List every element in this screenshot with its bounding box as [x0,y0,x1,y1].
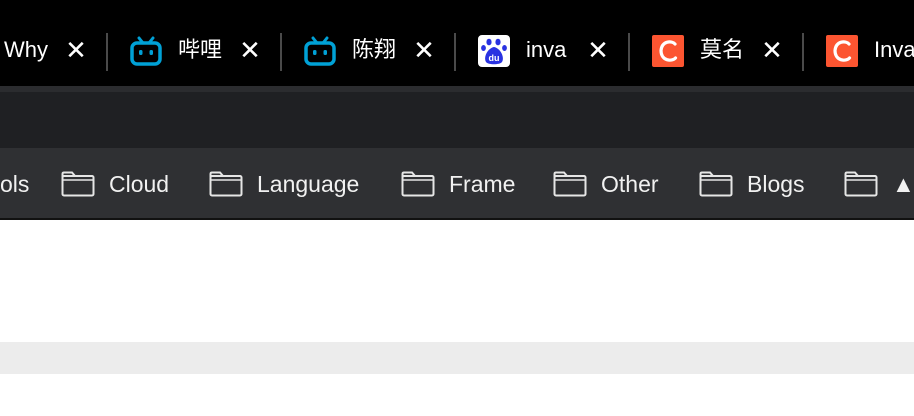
folder-icon [844,171,878,197]
tab-strip: Why ✕ 哔哩 ✕ 陈翔 ✕ du inva ✕ 莫名 ✕ Inva [0,0,914,86]
tab-close-icon[interactable]: ✕ [64,36,88,64]
tab-separator [628,33,630,71]
tab-title[interactable]: 陈翔 [352,36,400,64]
bookmark-label: ols [0,171,30,197]
tab-title[interactable]: Inva [874,36,914,64]
toolbar [0,86,914,148]
bookmark-folder-tools[interactable]: ols [0,168,29,200]
bookmark-folder-cloud[interactable]: Cloud [61,168,169,200]
tab-close-icon[interactable]: ✕ [586,36,610,64]
page-content [0,220,914,416]
bookmark-folder-blogs[interactable]: Blogs [699,168,805,200]
tab-separator [106,33,108,71]
bilibili-icon [304,36,336,66]
bookmark-label: Other [601,171,659,197]
tab-title[interactable]: Why [4,36,52,64]
bookmark-label: Language [257,171,360,197]
tab-separator [280,33,282,71]
tab-close-icon[interactable]: ✕ [412,36,436,64]
tab-close-icon[interactable]: ✕ [238,36,262,64]
folder-icon [699,171,733,197]
tab-title[interactable]: 莫名 [700,36,748,64]
folder-icon [401,171,435,197]
folder-icon [553,171,587,197]
baidu-icon: du [478,35,510,67]
bookmark-label: Cloud [109,171,170,197]
content-strip [0,342,914,374]
bilibili-icon [130,36,162,66]
tab-title[interactable]: 哔哩 [178,36,226,64]
bookmark-folder-other[interactable]: Other [553,168,659,200]
csdn-icon [652,35,684,67]
tab-close-icon[interactable]: ✕ [760,36,784,64]
svg-text:du: du [489,53,500,63]
bookmark-folder-frame[interactable]: Frame [401,168,515,200]
tab-title[interactable]: inva [526,36,572,64]
bookmark-folder-language[interactable]: Language [209,168,359,200]
bookmark-label: Blogs [747,171,805,197]
bookmark-label: Frame [449,171,516,197]
folder-icon [61,171,95,197]
bookmark-folder-more[interactable]: ▲S [844,168,914,200]
bookmark-label: ▲S [892,171,914,197]
tab-separator [454,33,456,71]
csdn-icon [826,35,858,67]
folder-icon [209,171,243,197]
bookmarks-bar: ols Cloud Language Frame Other Blogs ▲ [0,148,914,220]
tab-separator [802,33,804,71]
